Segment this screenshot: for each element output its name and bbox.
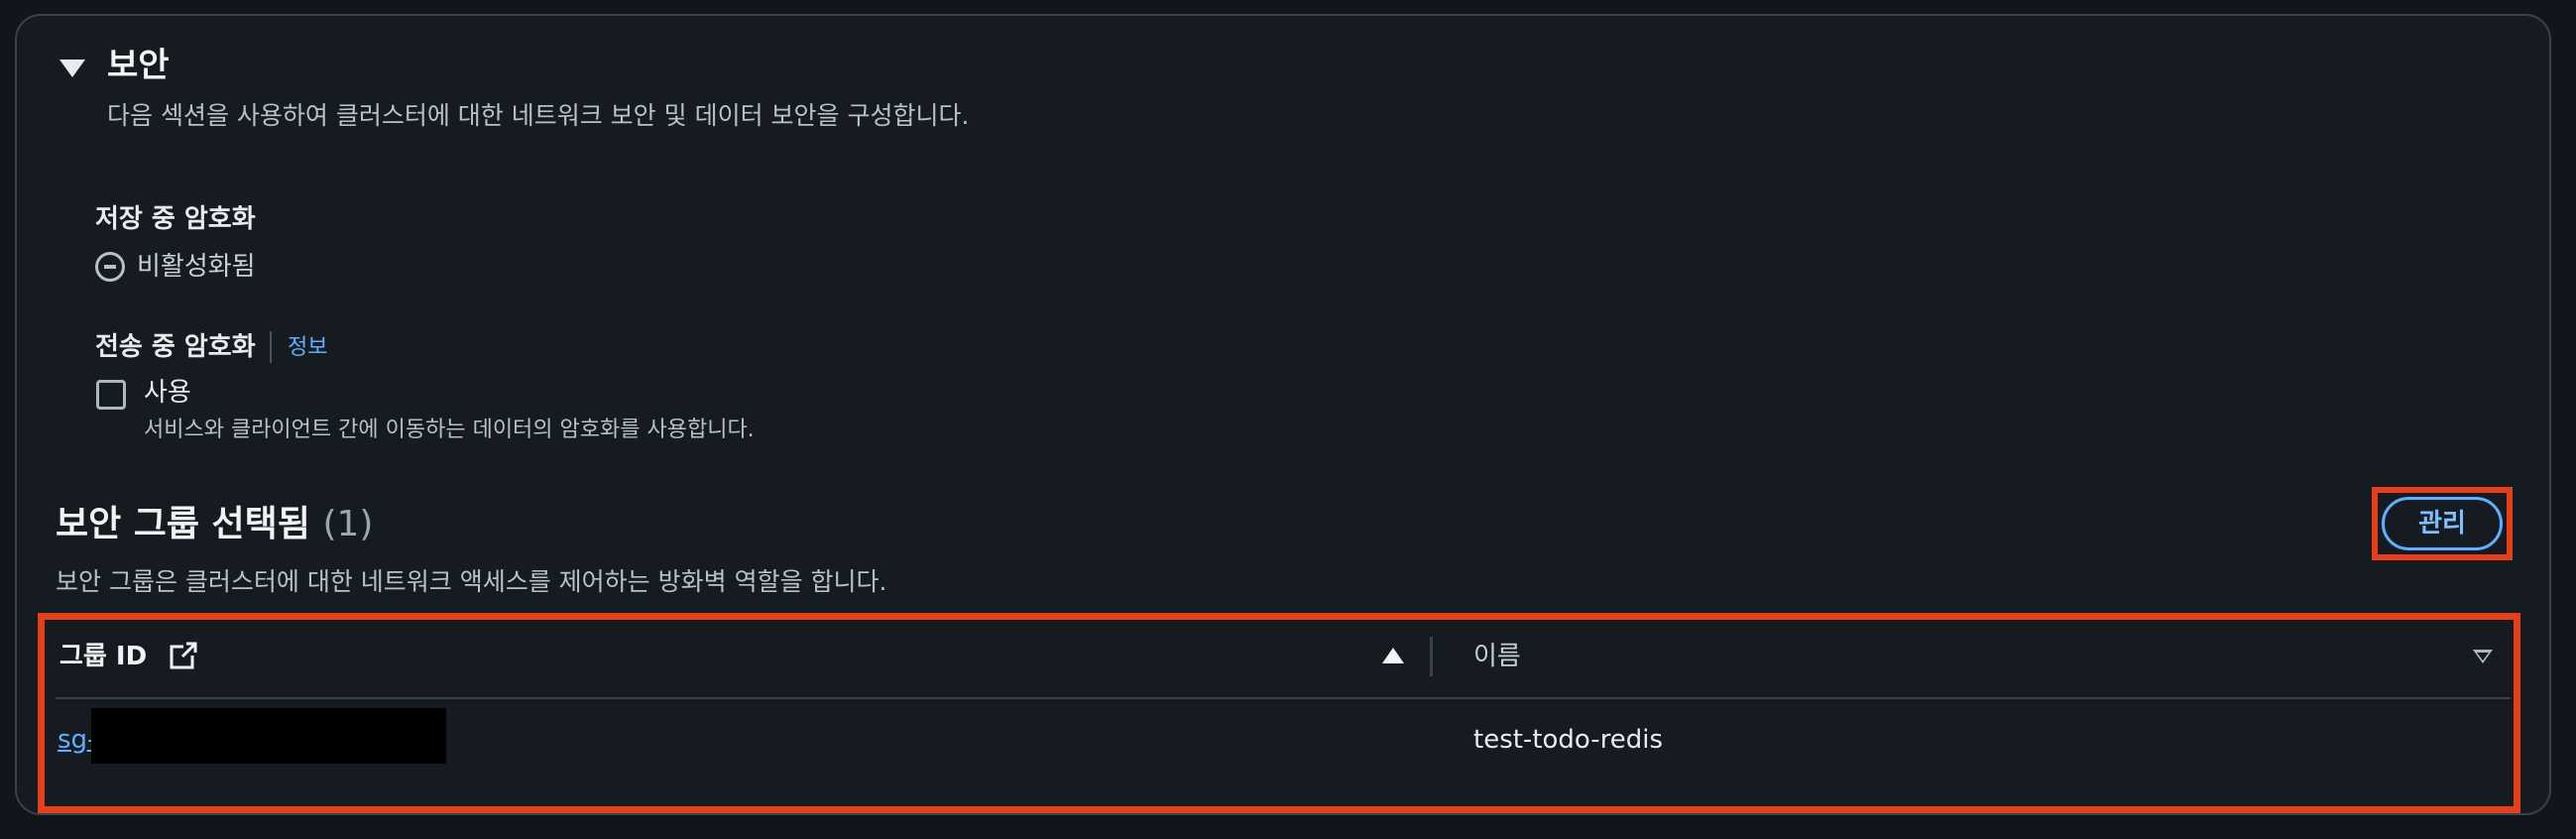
- security-groups-title: 보안 그룹 선택됨 (1): [56, 502, 373, 547]
- encryption-in-transit-label: 전송 중 암호화: [95, 332, 256, 362]
- checkbox-description: 서비스와 클라이언트 간에 이동하는 데이터의 암호화를 사용합니다.: [144, 418, 755, 442]
- info-link[interactable]: 정보: [288, 331, 327, 365]
- checkbox-label[interactable]: 사용: [144, 375, 191, 411]
- sort-ascending-icon[interactable]: [1382, 648, 1404, 663]
- label-divider: [270, 331, 272, 363]
- manage-button[interactable]: 관리: [2382, 497, 2503, 550]
- caret-down-icon[interactable]: [59, 60, 85, 77]
- encryption-at-rest-label: 저장 중 암호화: [95, 204, 256, 234]
- section-title[interactable]: 보안: [107, 44, 170, 87]
- encryption-at-rest-status: 비활성화됨: [137, 252, 256, 282]
- security-groups-count: (1): [322, 504, 374, 544]
- external-link-icon: [170, 642, 197, 669]
- security-group-name: test-todo-redis: [1473, 725, 1664, 755]
- security-groups-description: 보안 그룹은 클러스터에 대한 네트워크 액세스를 제어하는 방화벽 역할을 합…: [56, 567, 887, 596]
- minus-circle-icon: [95, 252, 125, 282]
- section-subtitle: 다음 섹션을 사용하여 클러스터에 대한 네트워크 보안 및 데이터 보안을 구…: [107, 101, 970, 130]
- sort-descending-icon[interactable]: [2473, 650, 2493, 663]
- column-header-group-id[interactable]: 그룹 ID: [59, 639, 147, 674]
- encryption-in-transit-checkbox[interactable]: [96, 380, 126, 410]
- column-divider[interactable]: [1430, 637, 1433, 676]
- header-row-divider: [56, 697, 2511, 699]
- security-groups-title-text: 보안 그룹 선택됨: [56, 504, 310, 544]
- redacted-block: [91, 708, 446, 764]
- column-header-name[interactable]: 이름: [1473, 639, 1521, 674]
